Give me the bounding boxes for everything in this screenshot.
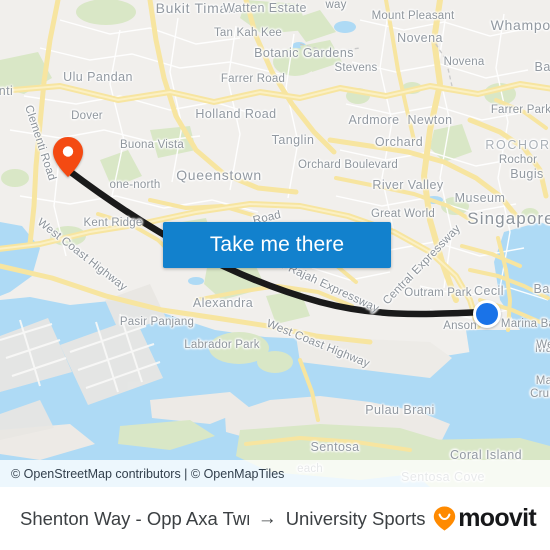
moovit-wordmark: moovit [458,504,536,532]
map-canvas[interactable]: Bukit Timah Watten Estate way Mount Pleasan… [0,0,550,487]
map-attribution-bar: © OpenStreetMap contributors | © OpenMap… [0,460,550,487]
destination-dot-icon[interactable] [473,300,501,328]
destination-stop-label: University Sports ... [285,507,428,529]
moovit-pin-icon [434,506,456,531]
origin-stop-label: Shenton Way - Opp Axa Twr (... [20,507,249,529]
route-summary[interactable]: Shenton Way - Opp Axa Twr (... → Univers… [20,508,427,530]
map-attribution-text[interactable]: © OpenStreetMap contributors | © OpenMap… [11,467,284,481]
origin-pin-icon[interactable] [53,137,83,177]
arrow-right-icon: → [257,508,277,529]
moovit-route-map-screen: Bukit Timah Watten Estate way Mount Pleasan… [0,0,550,550]
route-footer-bar: Shenton Way - Opp Axa Twr (... → Univers… [0,487,550,550]
moovit-logo[interactable]: moovit [433,504,537,532]
take-me-there-button[interactable]: Take me there [163,222,391,268]
